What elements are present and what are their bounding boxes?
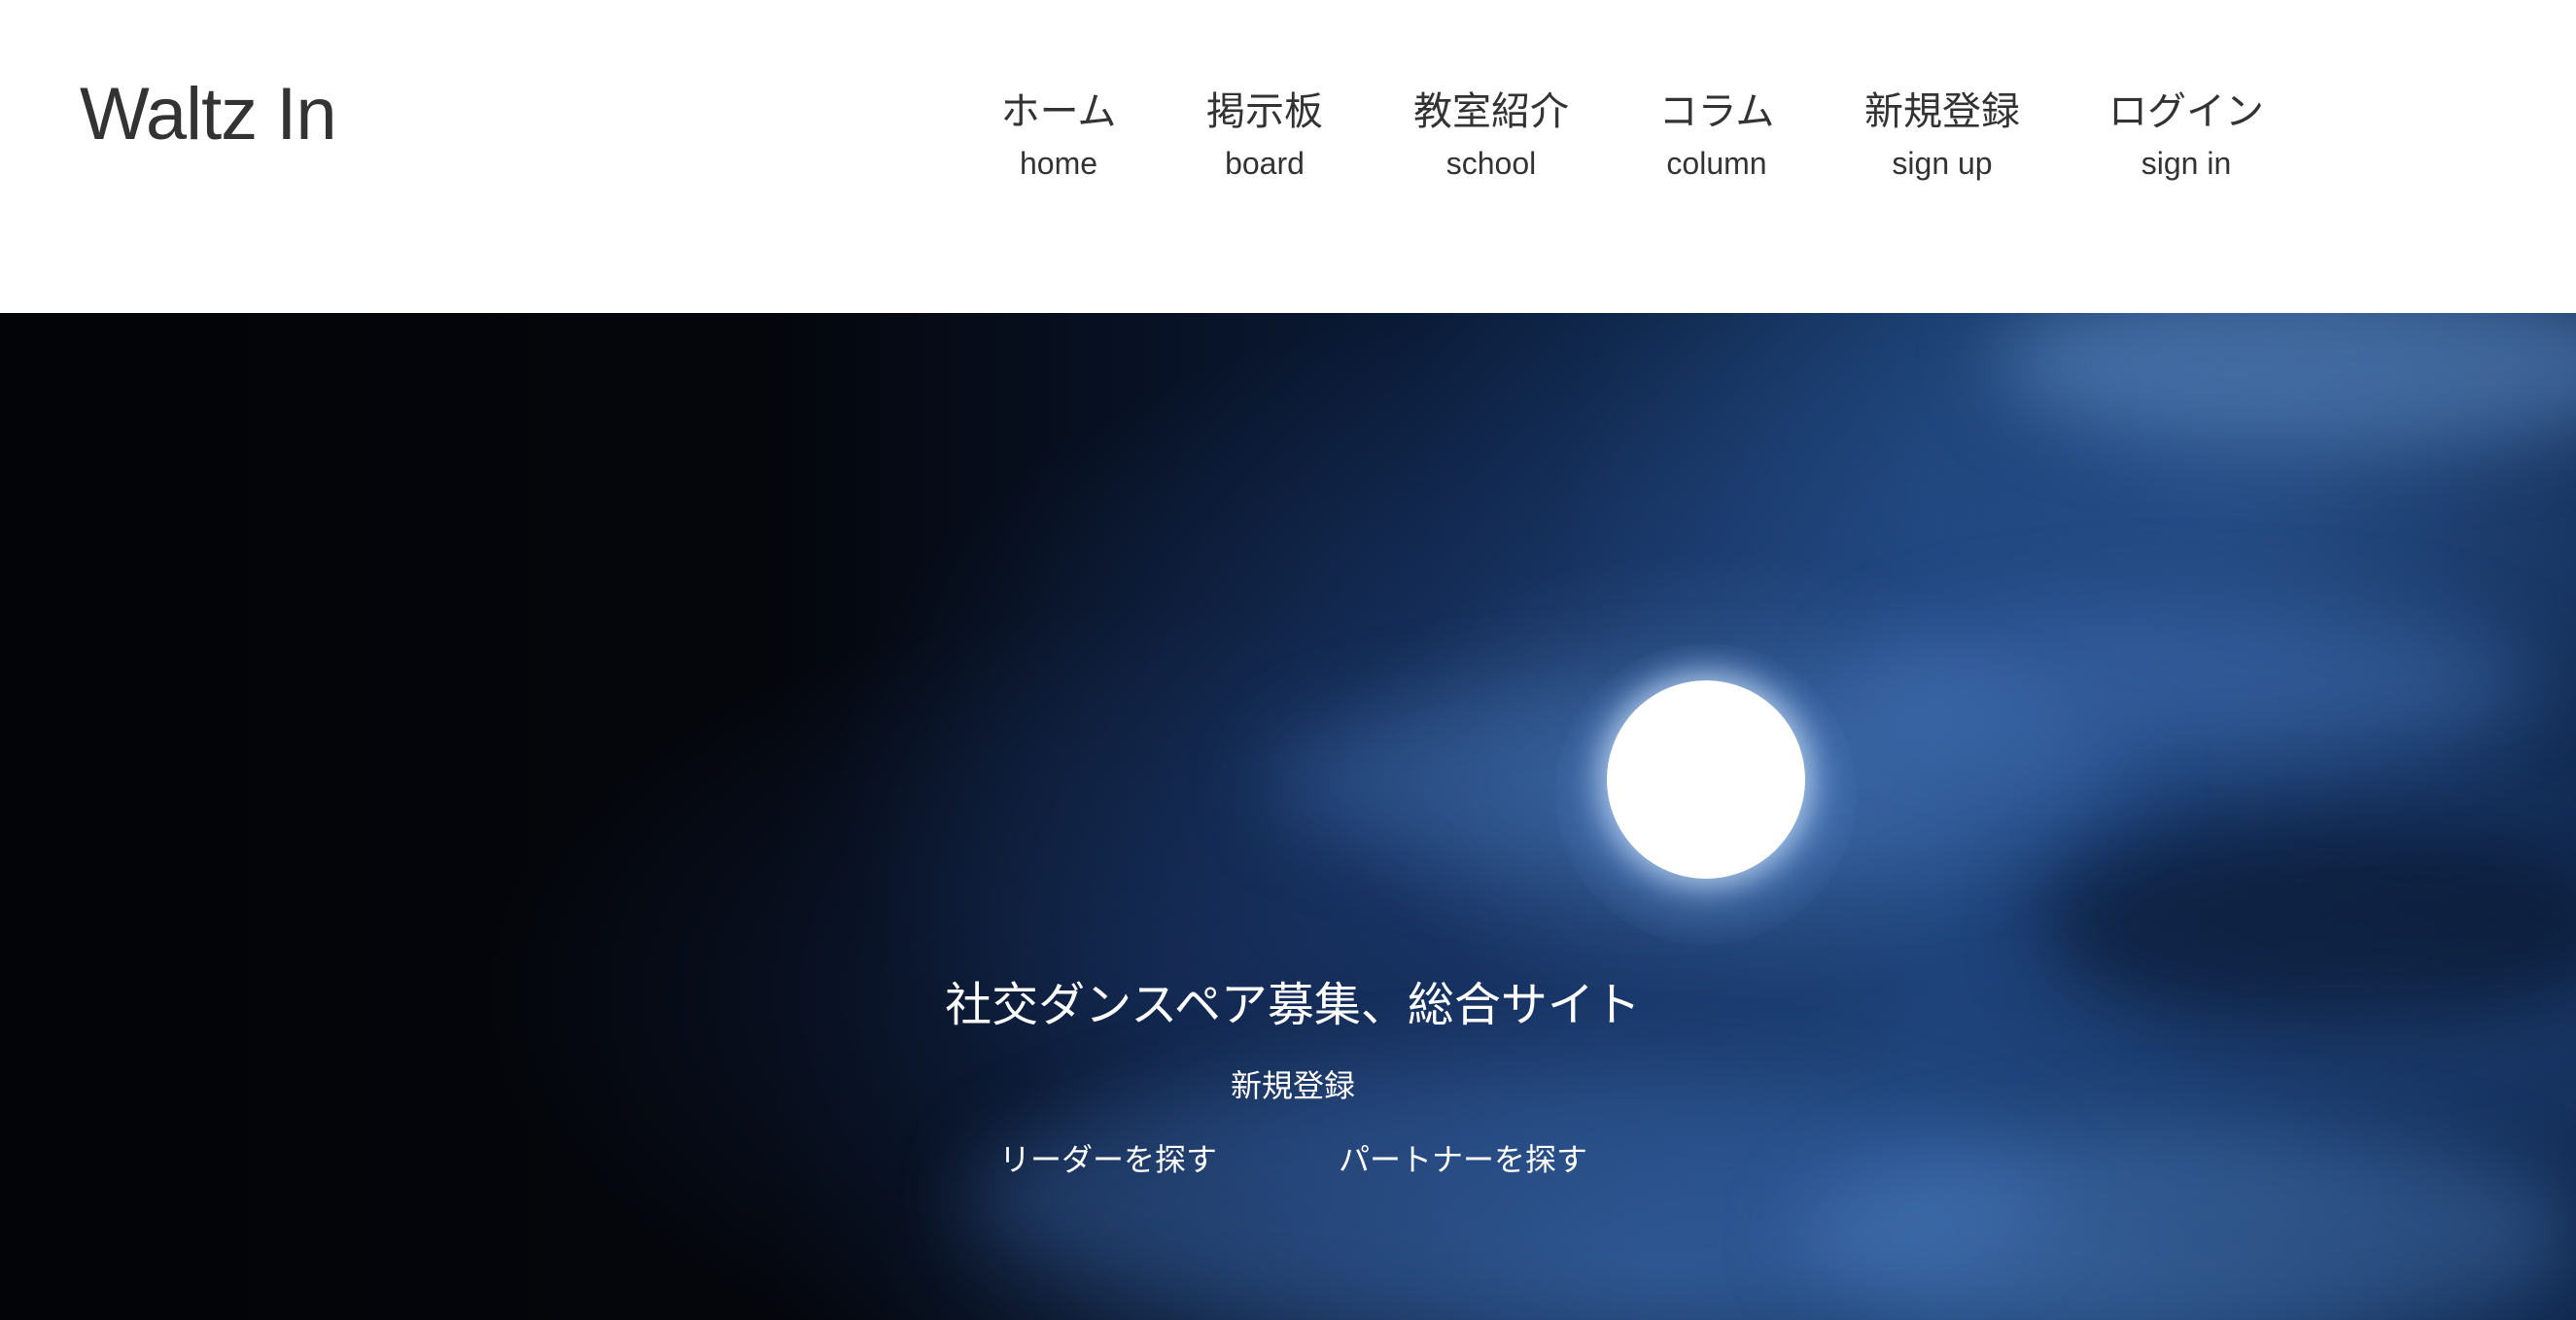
find-leader-link[interactable]: リーダーを探す [999,1135,1217,1180]
nav-item-label-ja: ログイン [2108,89,2264,134]
nav-item-label-en: home [1019,146,1098,181]
nav-item-home[interactable]: ホーム home [1001,87,1117,183]
nav-item-label-ja: コラム [1658,89,1775,134]
nav-item-sign-in[interactable]: ログイン sign in [2108,87,2264,183]
moon [1607,680,1805,879]
nav-item-label-ja: 掲示板 [1206,89,1323,134]
nav-item-label-ja: 教室紹介 [1413,89,1569,134]
nav-item-label-en: board [1225,146,1305,181]
nav-item-label-ja: ホーム [1000,89,1117,134]
hero-title: 社交ダンスペア募集、総合サイト [945,978,1641,1032]
site-header: Waltz In ホーム home 掲示板 board 教室紹介 school … [0,0,2576,313]
page: Waltz In ホーム home 掲示板 board 教室紹介 school … [0,0,2576,1320]
nav-item-label-en: sign in [2141,146,2232,181]
hero-signup-link[interactable]: 新規登録 [1231,1061,1355,1106]
nav-item-column[interactable]: コラム column [1659,87,1775,183]
nav-item-label-en: column [1666,146,1767,181]
nav-item-label-ja: 新規登録 [1864,89,2020,134]
nav-item-sign-up[interactable]: 新規登録 sign up [1864,87,2020,183]
hero-section: 社交ダンスペア募集、総合サイト 新規登録 リーダーを探す パートナーを探す [0,313,2576,1320]
nav-item-board[interactable]: 掲示板 board [1206,87,1323,183]
find-partner-link[interactable]: パートナーを探す [1339,1135,1587,1180]
nav-item-label-en: school [1445,146,1537,181]
site-logo[interactable]: Waltz In [80,72,337,156]
nav-item-label-en: sign up [1892,146,1993,181]
nav-item-school[interactable]: 教室紹介 school [1413,87,1569,183]
